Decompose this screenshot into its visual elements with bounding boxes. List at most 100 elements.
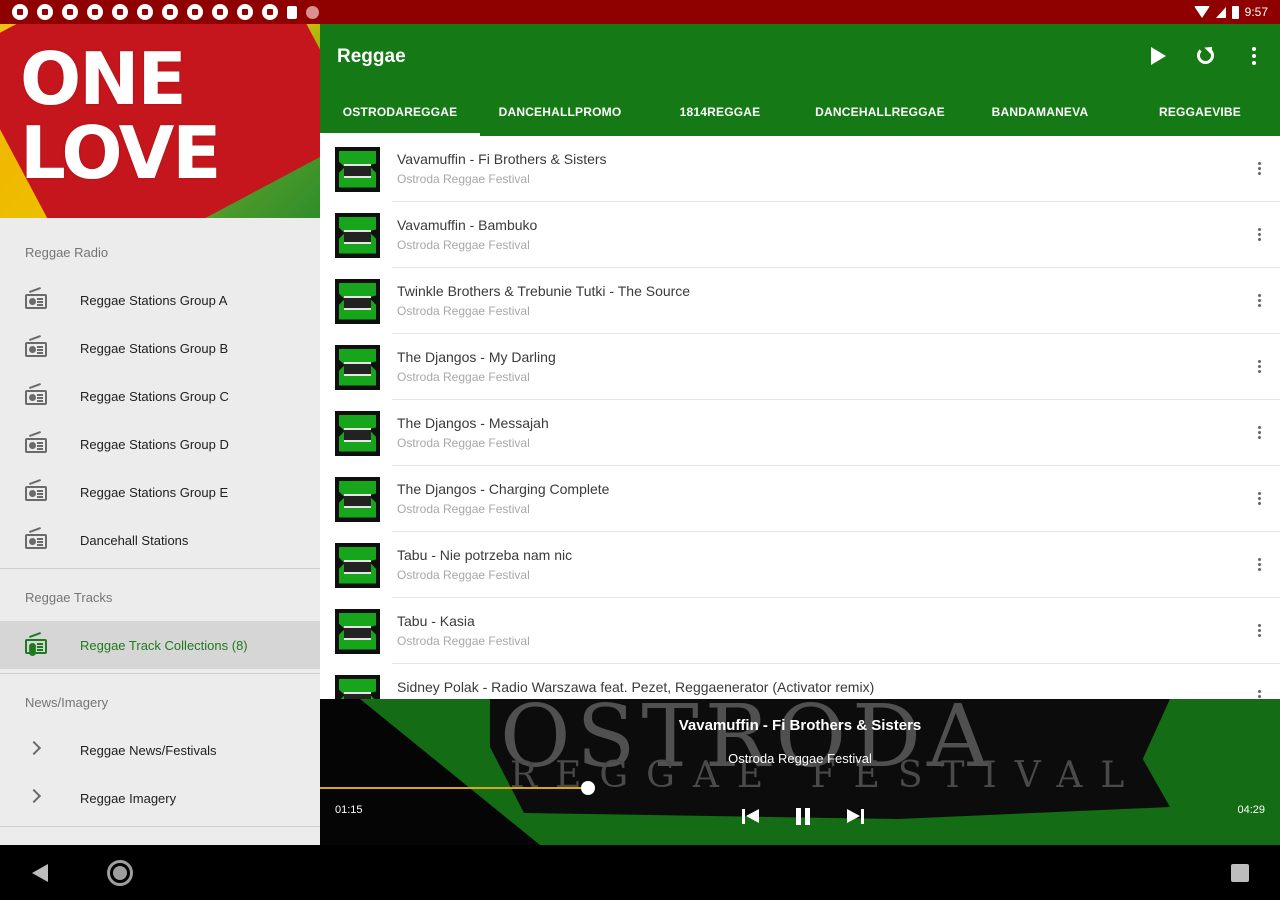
banner-line-2: LOVE xyxy=(20,111,221,195)
seek-thumb[interactable] xyxy=(580,781,595,795)
seek-bar[interactable] xyxy=(320,781,1280,795)
track-artwork xyxy=(335,410,380,456)
track-row[interactable]: The Djangos - Messajah Ostroda Reggae Fes… xyxy=(320,400,1280,466)
radio-antenna xyxy=(29,479,41,485)
track-row[interactable]: Tabu - Kasia Ostroda Reggae Festival xyxy=(320,598,1280,664)
track-title: Vavamuffin - Bambuko xyxy=(397,217,538,233)
play-icon xyxy=(1151,47,1166,65)
radio-icon xyxy=(25,335,47,357)
radio-body xyxy=(25,534,47,549)
app-icon xyxy=(62,4,78,20)
track-more-icon[interactable] xyxy=(1258,492,1261,495)
radio-body xyxy=(25,639,47,654)
navigation-drawer: ONE LOVE Reggae Radio Reggae Stations Gro… xyxy=(0,24,320,845)
tab-dancehallreggae[interactable]: DANCEHALLREGGAE xyxy=(800,88,960,136)
pause-button[interactable] xyxy=(792,805,814,827)
radio-antenna xyxy=(29,431,41,437)
track-more-icon[interactable] xyxy=(1258,294,1261,297)
banner-logo-text: ONE LOVE xyxy=(20,42,221,195)
drawer-item[interactable]: Reggae Stations Group B xyxy=(0,324,320,372)
track-artwork xyxy=(335,278,380,324)
tab-dancehallpromo[interactable]: DANCEHALLPROMO xyxy=(480,88,640,136)
track-text: Twinkle Brothers & Trebunie Tutki - The … xyxy=(397,282,1280,320)
battery-icon xyxy=(1231,5,1239,19)
drawer-item-label: Reggae News/Festivals xyxy=(80,742,217,758)
app-icon xyxy=(12,4,28,20)
track-title: The Djangos - Messajah xyxy=(397,415,549,431)
track-text: The Djangos - My Darling Ostroda Reggae F… xyxy=(397,348,1280,386)
radio-antenna xyxy=(29,632,41,638)
chevron-right-icon xyxy=(25,740,47,759)
playback-controls xyxy=(740,805,866,827)
drawer-item[interactable]: Reggae Stations Group C xyxy=(0,372,320,420)
track-subtitle: Ostroda Reggae Festival xyxy=(397,568,530,582)
track-artwork xyxy=(335,542,380,588)
track-artwork xyxy=(335,476,380,522)
track-row[interactable]: Sidney Polak - Radio Warszawa feat. Peze… xyxy=(320,664,1280,699)
drawer-divider xyxy=(0,568,320,569)
skip-next-button[interactable] xyxy=(844,805,866,827)
drawer-item[interactable]: Reggae Stations Group A xyxy=(0,276,320,324)
track-more-icon[interactable] xyxy=(1258,228,1261,231)
tab-1814reggae[interactable]: 1814REGGAE xyxy=(640,88,800,136)
back-button[interactable] xyxy=(32,864,48,882)
app-icon xyxy=(112,4,128,20)
track-text: The Djangos - Messajah Ostroda Reggae Fes… xyxy=(397,414,1280,452)
radio-antenna xyxy=(29,383,41,389)
drawer-item-label: Reggae Stations Group D xyxy=(80,436,229,452)
track-row[interactable]: The Djangos - My Darling Ostroda Reggae F… xyxy=(320,334,1280,400)
track-text: Tabu - Kasia Ostroda Reggae Festival xyxy=(397,612,1280,650)
drawer-banner: ONE LOVE xyxy=(0,24,320,218)
track-more-icon[interactable] xyxy=(1258,162,1261,165)
overflow-menu-button[interactable] xyxy=(1242,44,1266,68)
drawer-item[interactable]: Reggae Stations Group D xyxy=(0,420,320,468)
drawer-divider xyxy=(0,826,320,827)
refresh-button[interactable] xyxy=(1194,44,1218,68)
drawer-item[interactable]: Reggae Track Collections (8) xyxy=(0,621,320,669)
drawer-item[interactable]: Dancehall Stations xyxy=(0,516,320,564)
drawer-item[interactable]: Reggae Stations Group E xyxy=(0,468,320,516)
tab-bar: OSTRODAREGGAE DANCEHALLPROMO 1814REGGAE DAN… xyxy=(320,88,1280,136)
tab-bandamaneva[interactable]: BANDAMANEVA xyxy=(960,88,1120,136)
track-title: Tabu - Kasia xyxy=(397,613,475,629)
now-playing-panel: OSTRODA REGGAE FESTIVAL Vavamuffin - Fi … xyxy=(320,699,1280,845)
home-button[interactable] xyxy=(107,860,133,886)
track-subtitle: Ostroda Reggae Festival xyxy=(397,172,530,186)
play-button[interactable] xyxy=(1146,44,1170,68)
tab-reggaevibe[interactable]: REGGAEVIBE xyxy=(1120,88,1280,136)
radio-icon xyxy=(25,632,47,654)
track-row[interactable]: Vavamuffin - Fi Brothers & Sisters Ostrod… xyxy=(320,136,1280,202)
track-list[interactable]: Vavamuffin - Fi Brothers & Sisters Ostrod… xyxy=(320,136,1280,699)
radio-antenna xyxy=(29,287,41,293)
drawer-section-title: Reggae Tracks xyxy=(25,589,113,605)
track-more-icon[interactable] xyxy=(1258,690,1261,693)
track-more-icon[interactable] xyxy=(1258,426,1261,429)
track-text: The Djangos - Charging Complete Ostroda R… xyxy=(397,480,1280,518)
track-more-icon[interactable] xyxy=(1258,558,1261,561)
tab-ostrodareggae[interactable]: OSTRODAREGGAE xyxy=(320,88,480,136)
track-more-icon[interactable] xyxy=(1258,624,1261,627)
skip-previous-button[interactable] xyxy=(740,805,762,827)
radio-body xyxy=(25,294,47,309)
drawer-item-label: Reggae Stations Group E xyxy=(80,484,229,500)
drawer-item[interactable]: Reggae Imagery xyxy=(0,774,320,822)
track-text: Sidney Polak - Radio Warszawa feat. Peze… xyxy=(397,678,1280,699)
track-row[interactable]: The Djangos - Charging Complete Ostroda R… xyxy=(320,466,1280,532)
drawer-section-title: News/Imagery xyxy=(25,694,109,710)
track-row[interactable]: Tabu - Nie potrzeba nam nic Ostroda Regga… xyxy=(320,532,1280,598)
track-subtitle: Ostroda Reggae Festival xyxy=(397,634,530,648)
track-row[interactable]: Vavamuffin - Bambuko Ostroda Reggae Festi… xyxy=(320,202,1280,268)
track-more-icon[interactable] xyxy=(1258,360,1261,363)
more-vert-icon xyxy=(1252,47,1256,51)
recents-button[interactable] xyxy=(1231,864,1249,882)
drawer-divider xyxy=(0,673,320,674)
clock: 9:57 xyxy=(1244,5,1268,19)
track-row[interactable]: Twinkle Brothers & Trebunie Tutki - The … xyxy=(320,268,1280,334)
status-bar: 9:57 xyxy=(0,0,1280,24)
chevron-shape xyxy=(26,740,42,756)
track-title: The Djangos - My Darling xyxy=(397,349,556,365)
drawer-item[interactable]: Reggae News/Festivals xyxy=(0,726,320,774)
seek-progress xyxy=(320,787,588,789)
track-title: Vavamuffin - Fi Brothers & Sisters xyxy=(397,151,607,167)
track-text: Vavamuffin - Fi Brothers & Sisters Ostrod… xyxy=(397,150,1280,188)
